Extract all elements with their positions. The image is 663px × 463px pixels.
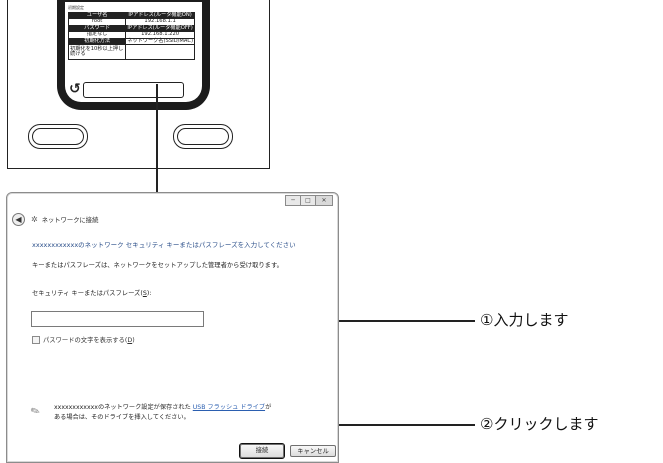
reset-button-slot bbox=[83, 82, 184, 98]
settings-table: ユーザ名 IPアドレス(ルータ機能ON) root 192.168.1.1 パスワード I… bbox=[67, 11, 195, 61]
dialog-description: キーまたはパスフレーズは、ネットワークをセットアップした管理者から受け取ります。 bbox=[32, 262, 283, 269]
dialog-heading: xxxxxxxxxxxxのネットワーク セキュリティ キーまたはパスフレーズを入… bbox=[32, 241, 296, 249]
device-label-panel: 初期設定 ユーザ名 IPアドレス(ルータ機能ON) root 192.168.1.1 パ… bbox=[57, 0, 210, 110]
network-icon: ✲ bbox=[31, 214, 38, 224]
settings-table-cell bbox=[125, 44, 195, 61]
usb-drive-icon: ✎ bbox=[28, 403, 43, 420]
close-icon[interactable]: ✕ bbox=[315, 195, 333, 206]
connect-network-dialog: ─ □ ✕ ◀ ✲ ネットワークに接続 xxxxxxxxxxxxのネットワーク … bbox=[6, 192, 339, 463]
usb-hint: ✎ xxxxxxxxxxxxのネットワーク設定が保存された USB フラッシュ … bbox=[28, 403, 272, 423]
dialog-nav: ◀ ✲ ネットワークに接続 bbox=[12, 212, 98, 226]
router-device: 初期設定 ユーザ名 IPアドレス(ルータ機能ON) root 192.168.1.1 パ… bbox=[7, 0, 270, 169]
settings-table-cell: ネットワーク名(SSID/MAC) bbox=[125, 37, 195, 46]
callout-step2: ②クリックします bbox=[480, 415, 599, 433]
show-characters-option[interactable]: パスワードの文字を表示する(D) bbox=[32, 335, 135, 344]
connect-button[interactable]: 接続 bbox=[239, 443, 285, 459]
usb-hint-text: xxxxxxxxxxxxのネットワーク設定が保存された USB フラッシュ ドラ… bbox=[54, 404, 272, 421]
dialog-title: ネットワークに接続 bbox=[41, 216, 99, 224]
maximize-icon[interactable]: □ bbox=[300, 195, 316, 206]
callout-step1: ①入力します bbox=[480, 311, 569, 329]
cancel-button[interactable]: キャンセル bbox=[290, 445, 336, 457]
usb-flash-drive-link[interactable]: USB フラッシュ ドライブ bbox=[193, 404, 265, 411]
settings-table-cell: 初期化を10秒以上押し続ける bbox=[67, 44, 127, 61]
window-controls: ─ □ ✕ bbox=[285, 195, 333, 206]
show-characters-checkbox[interactable] bbox=[32, 335, 40, 344]
settings-table-row: 初期化方法 ネットワーク名(SSID/MAC) bbox=[67, 37, 195, 46]
security-key-input[interactable] bbox=[31, 311, 204, 327]
show-characters-label: パスワードの文字を表示する(D) bbox=[43, 337, 135, 344]
minimize-icon[interactable]: ─ bbox=[285, 195, 301, 206]
back-arrow-icon[interactable]: ◀ bbox=[12, 212, 25, 226]
left-button bbox=[28, 124, 88, 149]
right-button bbox=[173, 124, 233, 149]
settings-table-row: 初期化を10秒以上押し続ける bbox=[67, 44, 195, 61]
settings-label: 初期設定 ユーザ名 IPアドレス(ルータ機能ON) root 192.168.1.1 パ… bbox=[65, 2, 202, 102]
security-key-label: セキュリティ キーまたはパスフレーズ(S): bbox=[32, 290, 152, 297]
reset-icon: ↺ bbox=[69, 81, 81, 97]
label-title: 初期設定 bbox=[68, 5, 84, 10]
